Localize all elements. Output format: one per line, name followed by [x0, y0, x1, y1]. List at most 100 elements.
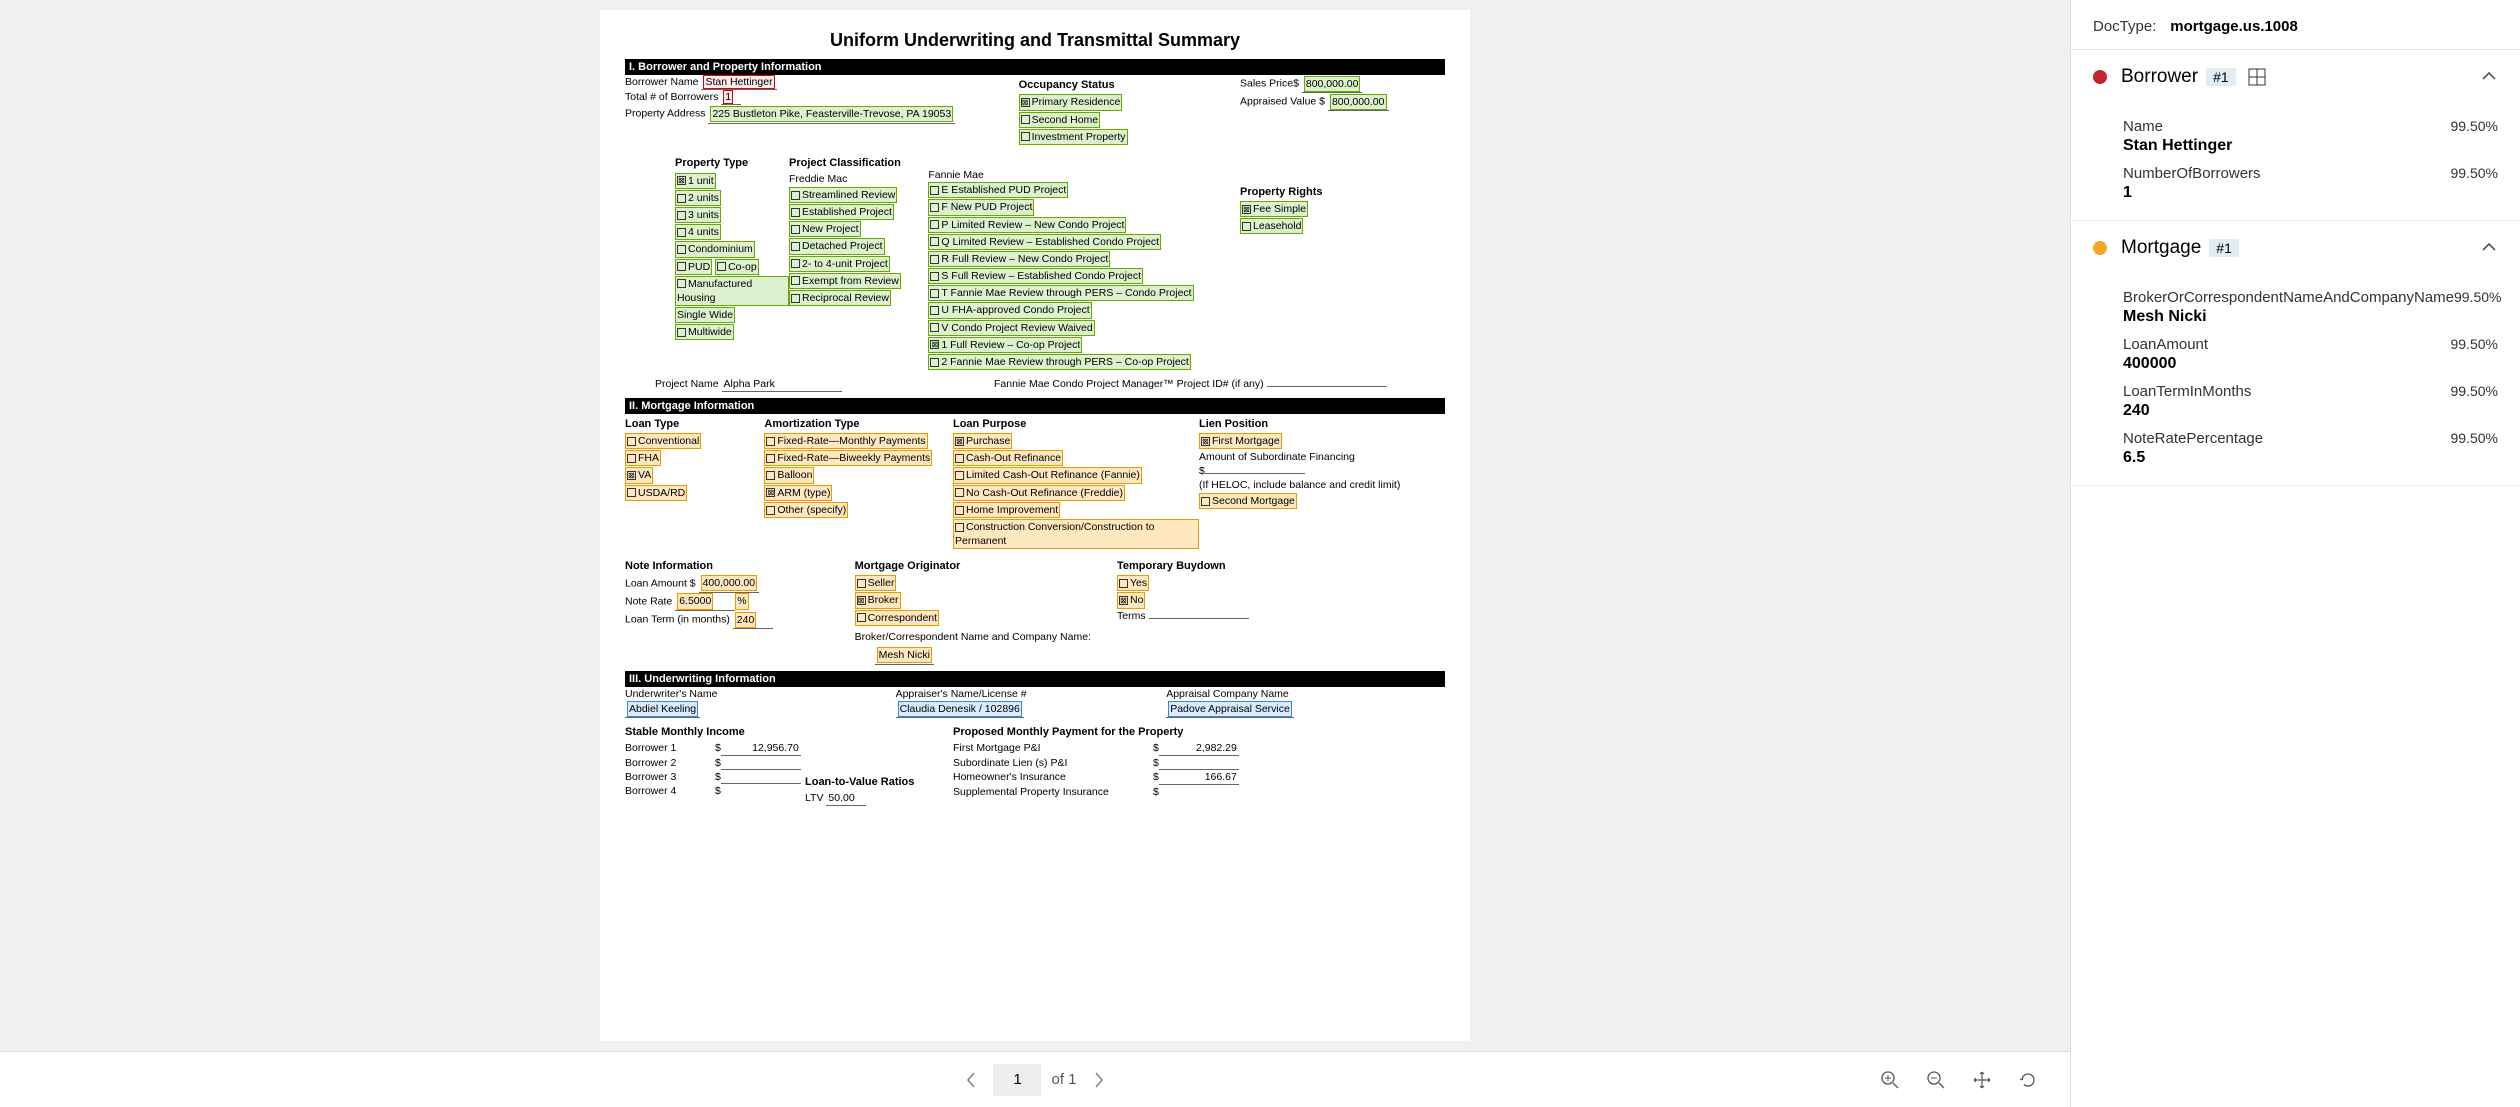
page-input[interactable] [993, 1064, 1041, 1096]
field-confidence: 99.50% [2451, 336, 2498, 352]
fn-7: U FHA-approved Condo Project [941, 304, 1089, 316]
section2-header: II. Mortgage Information [625, 398, 1445, 414]
orig-seller: Seller [868, 577, 895, 589]
orig-corr: Correspondent [868, 612, 937, 624]
address-label: Property Address [625, 108, 706, 120]
noteinfo-label: Note Information [625, 559, 855, 574]
stableincome-label: Stable Monthly Income [625, 725, 953, 740]
fm-1: Established Project [802, 206, 892, 218]
field-confidence: 99.50% [2454, 289, 2501, 305]
borrower-name-value: Stan Hettinger [703, 75, 774, 89]
loanamt-label: Loan Amount $ [625, 577, 696, 589]
document-scroll[interactable]: Uniform Underwriting and Transmittal Sum… [0, 0, 2070, 1051]
fn-6: T Fannie Mae Review through PERS – Condo… [941, 287, 1191, 299]
lien-second: Second Mortgage [1212, 495, 1295, 507]
address-value: 225 Bustleton Pike, Feasterville-Trevose… [710, 106, 953, 122]
fn-0: E Established PUD Project [941, 184, 1066, 196]
projname-label: Project Name [655, 378, 719, 390]
prev-page-button[interactable] [959, 1068, 983, 1092]
p1-value: 2,982.29 [1159, 741, 1239, 756]
b4-label: Borrower 4 [625, 784, 715, 798]
grid-icon[interactable] [2248, 68, 2266, 86]
fn-9: 1 Full Review – Co-op Project [941, 339, 1080, 351]
field-confidence: 99.50% [2451, 430, 2498, 446]
occ-primary: Primary Residence [1032, 96, 1121, 108]
noterate-label: Note Rate [625, 595, 672, 607]
extraction-panel: DocType: mortgage.us.1008 Borrower #1 Na… [2070, 0, 2520, 1107]
fm-6: Reciprocal Review [802, 292, 889, 304]
lp-0: Purchase [966, 435, 1010, 447]
pan-icon[interactable] [1970, 1068, 1994, 1092]
loanterm-label: Loan Term (in months) [625, 614, 730, 626]
field-value: 6.5 [2123, 449, 2498, 467]
ltv-val: 50.00 [826, 791, 866, 806]
fm-4: 2- to 4-unit Project [802, 258, 888, 270]
field-name: NoteRatePercentage [2123, 430, 2263, 447]
subfin-label: Amount of Subordinate Financing [1199, 450, 1445, 464]
am-4: Other (specify) [777, 504, 846, 516]
next-page-button[interactable] [1087, 1068, 1111, 1092]
doctype-label: DocType: [2093, 18, 2156, 35]
subfin-dollar: $ [1199, 465, 1205, 477]
bd-no: No [1130, 594, 1143, 606]
lp-4: Home Improvement [966, 504, 1058, 516]
loanterm-value: 240 [735, 612, 757, 628]
b2-label: Borrower 2 [625, 756, 715, 770]
ltv-row: LTV [805, 792, 823, 804]
pt-multi: Multiwide [688, 326, 732, 338]
pt-coop: Co-op [728, 261, 757, 273]
loantype-label: Loan Type [625, 417, 764, 432]
chevron-up-icon [2480, 69, 2498, 85]
entity-mortgage-name: Mortgage [2121, 237, 2201, 259]
lp-3: No Cash-Out Refinance (Freddie) [966, 487, 1123, 499]
appraiser-label: Appraiser's Name/License # [896, 687, 1167, 701]
b1-label: Borrower 1 [625, 741, 715, 756]
b3-label: Borrower 3 [625, 770, 715, 784]
entity-borrower-header[interactable]: Borrower #1 [2071, 50, 2520, 104]
pt-2: 2 units [688, 192, 719, 204]
field-name: NumberOfBorrowers [2123, 165, 2261, 182]
appraiser-value: Claudia Denesik / 102896 [898, 701, 1022, 717]
borrower-name-label: Borrower Name [625, 76, 699, 88]
field-confidence: 99.50% [2451, 165, 2498, 181]
entity-borrower: Borrower #1 Name 99.50% Stan Hettinger Numb… [2071, 50, 2520, 221]
fn-2: P Limited Review – New Condo Project [941, 219, 1124, 231]
doctype-value: mortgage.us.1008 [2170, 18, 2298, 35]
field-confidence: 99.50% [2451, 383, 2498, 399]
entity-mortgage-header[interactable]: Mortgage #1 [2071, 221, 2520, 275]
fn-3: Q Limited Review – Established Condo Pro… [941, 236, 1159, 248]
entity-mortgage: Mortgage #1 BrokerOrCorrespondentNameAnd… [2071, 221, 2520, 486]
zoom-in-icon[interactable] [1878, 1068, 1902, 1092]
appraised-label: Appraised Value $ [1240, 96, 1325, 108]
lp-5: Construction Conversion/Construction to … [955, 521, 1155, 547]
appraisalco-label: Appraisal Company Name [1166, 687, 1445, 701]
occ-invest: Investment Property [1032, 131, 1126, 143]
field-value: 400000 [2123, 355, 2498, 373]
pt-mfg: Manufactured Housing [677, 278, 752, 304]
section3-header: III. Underwriting Information [625, 671, 1445, 687]
b1-value: 12,956.70 [721, 741, 801, 756]
fm-0: Streamlined Review [802, 189, 895, 201]
viewer-toolbar: of 1 [0, 1051, 2070, 1107]
entity-borrower-badge: #1 [2206, 68, 2236, 86]
field-value: Stan Hettinger [2123, 137, 2498, 155]
pt-pud: PUD [688, 261, 710, 273]
zoom-out-icon[interactable] [1924, 1068, 1948, 1092]
proptype-label: Property Type [675, 156, 789, 171]
dot-icon [2093, 70, 2107, 84]
page-of: of 1 [1051, 1071, 1076, 1088]
field-value: 240 [2123, 402, 2498, 420]
proposed-label: Proposed Monthly Payment for the Propert… [953, 725, 1445, 740]
appraised-value: 800,000.00 [1330, 94, 1387, 110]
p3-value: 166.67 [1159, 770, 1239, 785]
total-borrowers-label: Total # of Borrowers [625, 91, 718, 103]
pt-1unit: 1 unit [688, 175, 714, 187]
chevron-up-icon [2480, 240, 2498, 256]
heloc-note: (If HELOC, include balance and credit li… [1199, 478, 1445, 492]
lt-usda: USDA/RD [638, 487, 685, 499]
field-name: Name [2123, 118, 2163, 135]
rotate-icon[interactable] [2016, 1068, 2040, 1092]
lt-conv: Conventional [638, 435, 699, 447]
pct: % [735, 593, 748, 609]
document-viewer: Uniform Underwriting and Transmittal Sum… [0, 0, 2070, 1107]
